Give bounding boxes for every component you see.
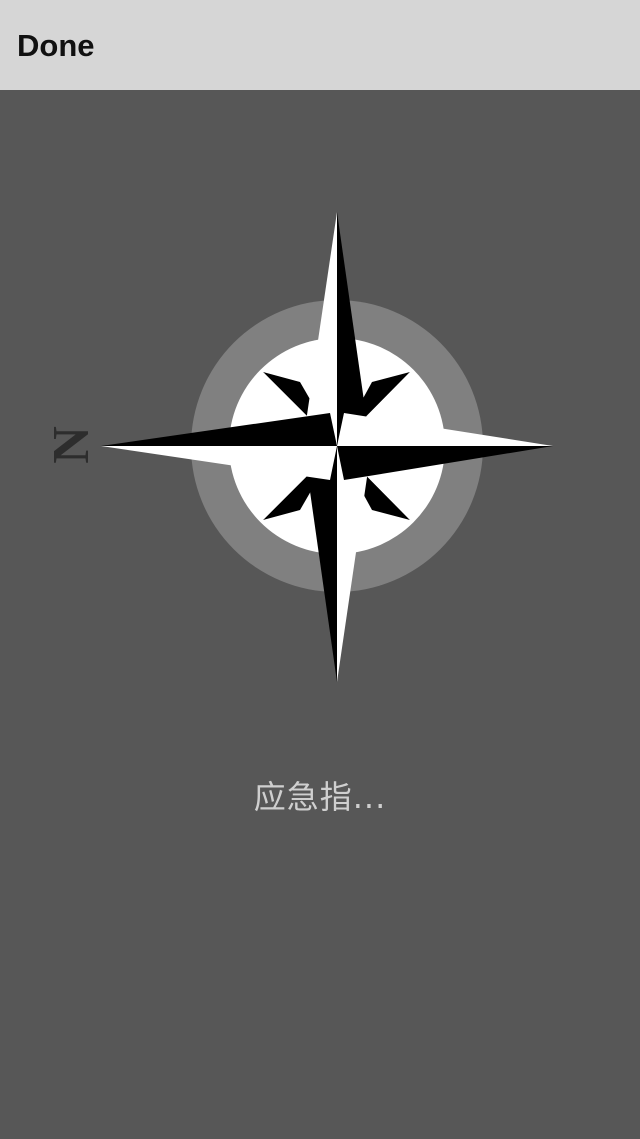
compass-icon: N [43,212,553,682]
status-text: 应急指... [253,778,387,816]
top-bar: Done [0,0,640,90]
compass-container: N [0,90,640,790]
north-marker: N [43,426,100,464]
done-button[interactable]: Done [17,24,95,68]
compass-screen: N 应急指... [0,90,640,1139]
